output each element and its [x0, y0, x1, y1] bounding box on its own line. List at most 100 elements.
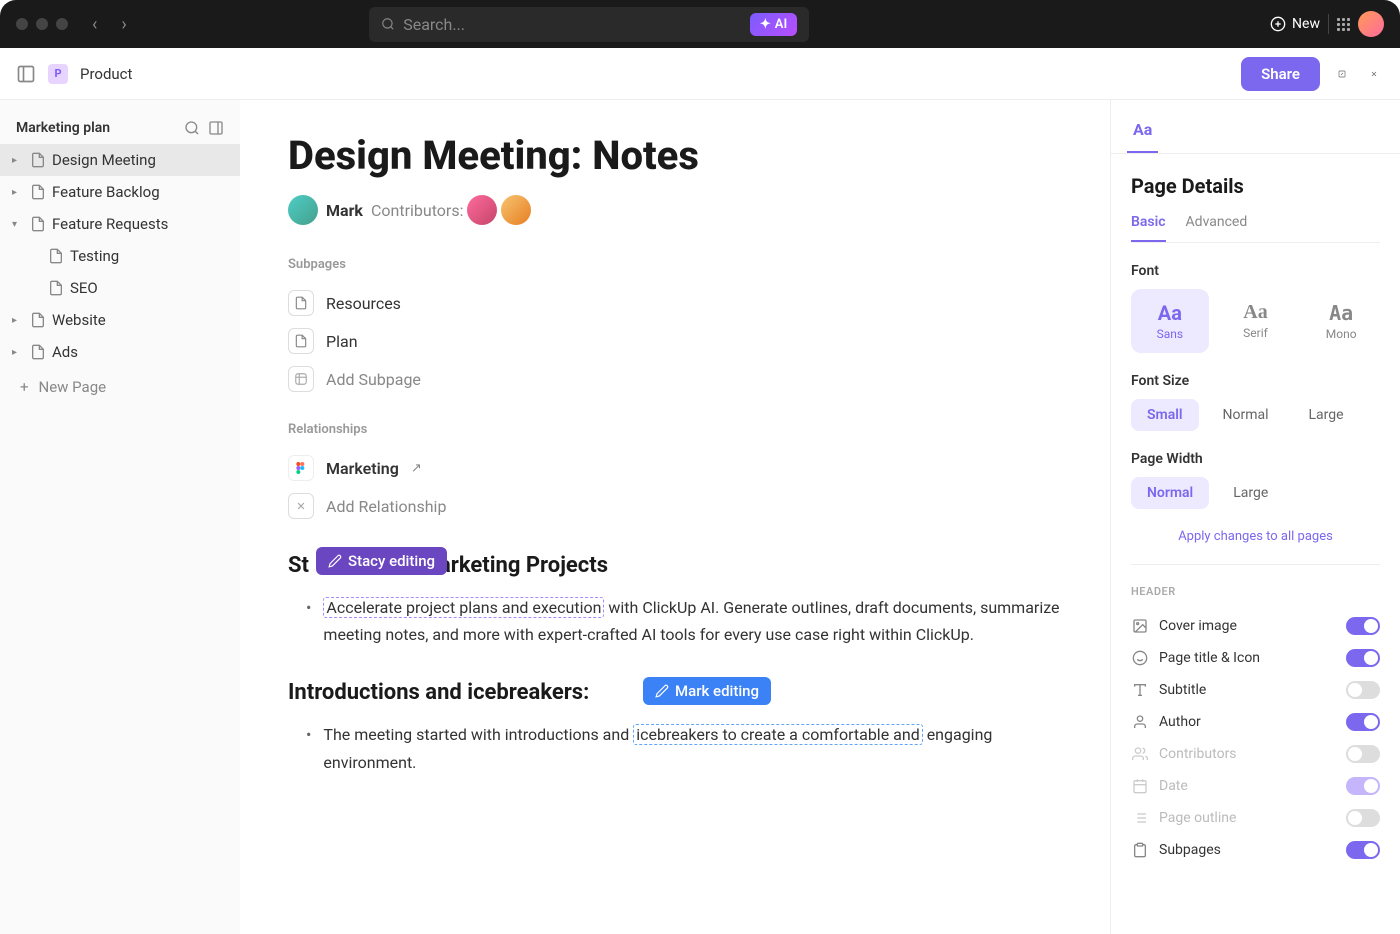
workspace-badge[interactable]: P — [48, 64, 68, 84]
author-name: Mark — [326, 201, 363, 220]
subpage-resources[interactable]: Resources — [288, 284, 1062, 322]
chevron-right-icon[interactable]: ▸ — [12, 155, 24, 166]
toggle-switch[interactable] — [1346, 745, 1380, 763]
tab-typography[interactable]: Aa — [1127, 112, 1158, 153]
font-serif[interactable]: AaSerif — [1217, 289, 1295, 353]
subtab-advanced[interactable]: Advanced — [1186, 214, 1248, 242]
add-subpage-icon — [288, 366, 314, 392]
search-input[interactable]: Search... ✦ AI — [369, 7, 809, 42]
user-avatar[interactable] — [1358, 11, 1384, 37]
close-icon[interactable] — [1364, 64, 1384, 84]
toggle-contributors: Contributors — [1131, 738, 1380, 770]
sidebar-item-website[interactable]: ▸ Website — [0, 304, 240, 336]
details-panel: Aa Page Details Basic Advanced Font AaSa… — [1110, 100, 1400, 934]
chevron-right-icon[interactable]: ▸ — [12, 347, 24, 358]
sidebar-header: Marketing plan — [0, 112, 240, 144]
titlebar: ‹ › Search... ✦ AI New — [0, 0, 1400, 48]
ai-badge[interactable]: ✦ AI — [750, 13, 797, 36]
bullet-item[interactable]: • Accelerate project plans and execution… — [288, 590, 1062, 652]
contributors-label: Contributors: — [371, 201, 463, 220]
subtab-basic[interactable]: Basic — [1131, 214, 1166, 242]
page-title[interactable]: Design Meeting: Notes — [288, 132, 1062, 179]
close-dot[interactable] — [16, 18, 28, 30]
expand-icon[interactable] — [1332, 64, 1352, 84]
collab-selection-mark: icebreakers to create a comfortable and — [633, 724, 923, 745]
toggle-switch[interactable] — [1346, 809, 1380, 827]
tab-relations-icon[interactable] — [1178, 112, 1196, 132]
font-mono[interactable]: AaMono — [1302, 289, 1380, 353]
toggle-switch[interactable] — [1346, 841, 1380, 859]
toggle-switch[interactable] — [1346, 713, 1380, 731]
editing-indicator-mark: Mark editing — [643, 677, 771, 705]
plus-circle-icon — [1270, 16, 1286, 32]
nav-forward-button[interactable]: › — [113, 10, 134, 39]
tab-share-icon[interactable] — [1292, 112, 1310, 132]
tab-comments-icon[interactable] — [1254, 112, 1272, 132]
toggle-page-title: Page title & Icon — [1131, 642, 1380, 674]
document-content[interactable]: Design Meeting: Notes Mark Contributors:… — [240, 100, 1110, 934]
toggle-switch[interactable] — [1346, 681, 1380, 699]
new-button[interactable]: New — [1270, 16, 1320, 32]
size-normal[interactable]: Normal — [1207, 399, 1285, 431]
font-size-options: Small Normal Large — [1131, 399, 1380, 431]
add-relationship-button[interactable]: Add Relationship — [288, 487, 1062, 525]
page-icon — [30, 312, 46, 328]
font-sans[interactable]: AaSans — [1131, 289, 1209, 353]
minimize-dot[interactable] — [36, 18, 48, 30]
sidebar-item-feature-requests[interactable]: ▾ Feature Requests — [0, 208, 240, 240]
page-icon — [30, 184, 46, 200]
tab-network-icon[interactable] — [1216, 112, 1234, 132]
relationship-marketing[interactable]: Marketing ↗ — [288, 449, 1062, 487]
size-large[interactable]: Large — [1293, 399, 1360, 431]
apply-all-link[interactable]: Apply changes to all pages — [1131, 529, 1380, 544]
toggle-switch[interactable] — [1346, 649, 1380, 667]
list-icon — [1131, 810, 1149, 826]
relationships-label: Relationships — [288, 422, 1062, 437]
sidebar-item-feature-backlog[interactable]: ▸ Feature Backlog — [0, 176, 240, 208]
add-subpage-button[interactable]: Add Subpage — [288, 360, 1062, 398]
page-icon — [48, 248, 64, 264]
subpages-label: Subpages — [288, 257, 1062, 272]
toggle-switch[interactable] — [1346, 617, 1380, 635]
bullet-item[interactable]: • The meeting started with introductions… — [288, 717, 1062, 779]
sidebar-panel-icon[interactable] — [208, 120, 224, 136]
sidebar-item-testing[interactable]: Testing — [0, 240, 240, 272]
pencil-icon — [328, 554, 342, 568]
sidebar-item-ads[interactable]: ▸ Ads — [0, 336, 240, 368]
contributor-avatar[interactable] — [467, 195, 497, 225]
page-icon — [30, 344, 46, 360]
author-avatar[interactable] — [288, 195, 318, 225]
chevron-down-icon[interactable]: ▾ — [12, 219, 24, 230]
search-placeholder: Search... — [403, 15, 465, 34]
chevron-right-icon[interactable]: ▸ — [12, 187, 24, 198]
page-width-label: Page Width — [1131, 451, 1380, 467]
size-small[interactable]: Small — [1131, 399, 1199, 431]
nav-back-button[interactable]: ‹ — [84, 10, 105, 39]
font-size-label: Font Size — [1131, 373, 1380, 389]
page-icon — [30, 216, 46, 232]
toggle-switch[interactable] — [1346, 777, 1380, 795]
panel-body: Page Details Basic Advanced Font AaSans … — [1111, 154, 1400, 934]
toggle-page-outline: Page outline — [1131, 802, 1380, 834]
sidebar-toggle-icon[interactable] — [16, 64, 36, 84]
page-icon — [288, 290, 314, 316]
share-button[interactable]: Share — [1241, 57, 1320, 91]
editing-indicator-stacy: Stacy editing — [316, 547, 447, 575]
width-large[interactable]: Large — [1217, 477, 1284, 509]
author-row: Mark Contributors: — [288, 195, 1062, 225]
subpage-plan[interactable]: Plan — [288, 322, 1062, 360]
sidebar-item-design-meeting[interactable]: ▸ Design Meeting — [0, 144, 240, 176]
toggle-date: Date — [1131, 770, 1380, 802]
sidebar-item-seo[interactable]: SEO — [0, 272, 240, 304]
workspace-name[interactable]: Product — [80, 65, 132, 83]
apps-grid-icon[interactable] — [1337, 18, 1350, 31]
new-page-button[interactable]: + New Page — [0, 368, 240, 406]
panel-subtabs: Basic Advanced — [1131, 214, 1380, 243]
sidebar-search-icon[interactable] — [184, 120, 200, 136]
contributor-avatar[interactable] — [501, 195, 531, 225]
tab-settings-icon[interactable] — [1330, 112, 1348, 132]
maximize-dot[interactable] — [56, 18, 68, 30]
chevron-right-icon[interactable]: ▸ — [12, 315, 24, 326]
divider — [1328, 14, 1329, 34]
width-normal[interactable]: Normal — [1131, 477, 1209, 509]
